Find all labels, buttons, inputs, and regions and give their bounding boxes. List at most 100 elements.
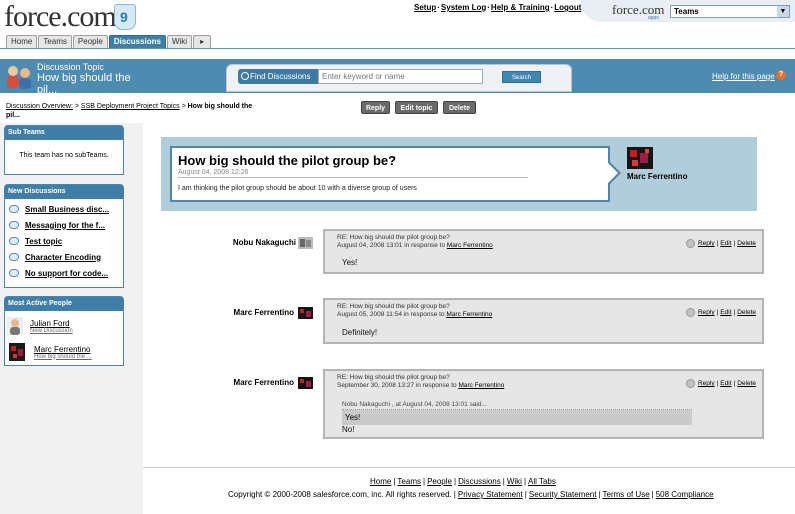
header-stripe (0, 48, 795, 59)
in-response-to-link[interactable]: Marc Ferrentino (446, 311, 492, 318)
privacy-link[interactable]: Privacy Statement (458, 490, 523, 499)
reply-date: August 05, 2008 11:54 in response to (337, 311, 445, 318)
list-item: Julian Ford New Discussion (7, 314, 121, 338)
link-sep: | (716, 240, 719, 247)
reply-link[interactable]: Reply (698, 380, 715, 387)
avatar[interactable] (7, 343, 27, 361)
chevron-down-icon[interactable]: ▼ (777, 6, 789, 17)
discussion-icon (9, 269, 19, 277)
subteams-title: Sub Teams (5, 126, 123, 140)
footer-all-tabs-link[interactable]: All Tabs (528, 477, 556, 486)
system-log-link[interactable]: System Log (441, 3, 486, 12)
reply-author[interactable]: Marc Ferrentino (184, 308, 294, 317)
breadcrumb: Discussion Overview: > SSB Deployment Pr… (6, 102, 266, 120)
reply-subject: RE: How big should the pilot group be? (337, 303, 450, 310)
list-item[interactable]: Messaging for the f... (9, 217, 119, 233)
copyright: Copyright © 2000-2008 salesforce.com, in… (228, 490, 714, 499)
reply-card: RE: How big should the pilot group be? A… (323, 229, 764, 274)
delete-link[interactable]: Delete (737, 309, 756, 316)
person-name-link[interactable]: Marc Ferrentino (34, 345, 92, 354)
find-label: Find Discussions (250, 72, 311, 81)
active-people-box: Most Active People Julian Ford New Discus… (4, 296, 124, 366)
reply-link[interactable]: Reply (698, 309, 715, 316)
avatar[interactable] (298, 377, 313, 389)
breadcrumb-overview[interactable]: Discussion Overview: (6, 103, 73, 110)
tab-more[interactable]: ▸ (193, 35, 212, 48)
delete-link[interactable]: Delete (737, 240, 756, 247)
reply-actions: Reply | Edit | Delete (685, 239, 756, 248)
subteams-text: This team has no subTeams. (19, 152, 109, 159)
compliance-link[interactable]: 508 Compliance (656, 490, 714, 499)
help-icon[interactable]: ? (776, 70, 786, 80)
avatar[interactable] (627, 147, 653, 169)
tab-people[interactable]: People (72, 35, 108, 48)
tab-home[interactable]: Home (6, 35, 38, 48)
reply-author[interactable]: Marc Ferrentino (184, 378, 294, 387)
reply-body: No! (342, 425, 355, 434)
in-response-to-link[interactable]: Marc Ferrentino (458, 382, 504, 389)
breadcrumb-topics[interactable]: SSB Deployment Project Topics (81, 103, 180, 110)
avatar[interactable] (298, 307, 313, 319)
reply-body: Yes! (342, 258, 358, 267)
reply-button[interactable]: Reply (361, 101, 390, 114)
tab-teams[interactable]: Teams (38, 35, 72, 48)
list-item[interactable]: Small Business disc... (9, 201, 119, 217)
tab-wiki[interactable]: Wiki (166, 35, 193, 48)
tab-discussions[interactable]: Discussions (108, 35, 166, 48)
app-select[interactable]: Teams ▼ (670, 5, 790, 18)
search-button[interactable]: Search (502, 71, 541, 83)
discussion-link[interactable]: Messaging for the f... (25, 221, 105, 230)
footer-home-link[interactable]: Home (370, 477, 391, 486)
discussion-icon (9, 237, 19, 245)
footer-people-link[interactable]: People (427, 477, 452, 486)
list-item[interactable]: Test topic (9, 233, 119, 249)
reply-icon (685, 239, 695, 248)
topic-body: I am thinking the pilot group should be … (178, 185, 417, 192)
discussion-link[interactable]: Small Business disc... (25, 205, 109, 214)
avatar[interactable] (298, 237, 313, 249)
edit-link[interactable]: Edit (720, 309, 731, 316)
terms-link[interactable]: Terms of Use (603, 490, 650, 499)
reply-author[interactable]: Nobu Nakaguchi (186, 238, 296, 247)
app-logo-sub: apps (648, 15, 659, 21)
link-sep: | (716, 309, 719, 316)
discussion-link[interactable]: Test topic (25, 237, 62, 246)
link-sep: | (716, 380, 719, 387)
force-logo[interactable]: force.com (4, 0, 117, 34)
help-training-link[interactable]: Help & Training (491, 3, 550, 12)
in-response-to-link[interactable]: Marc Ferrentino (447, 242, 493, 249)
footer-teams-link[interactable]: Teams (397, 477, 421, 486)
reply-date: September 30, 2008 13:27 in response to (337, 382, 457, 389)
edit-link[interactable]: Edit (720, 240, 731, 247)
list-item: Marc Ferrentino How big should the ... (7, 340, 121, 364)
footer-wiki-link[interactable]: Wiki (507, 477, 522, 486)
find-discussions-button[interactable]: Find Discussions (238, 69, 318, 84)
delete-link[interactable]: Delete (737, 380, 756, 387)
edit-link[interactable]: Edit (720, 380, 731, 387)
avatar[interactable] (7, 317, 23, 335)
reply-link[interactable]: Reply (698, 240, 715, 247)
topic-author[interactable]: Marc Ferrentino (627, 172, 687, 181)
logout-link[interactable]: Logout (554, 3, 581, 12)
person-name-link[interactable]: Julian Ford (30, 319, 73, 328)
security-link[interactable]: Security Statement (529, 490, 597, 499)
tab-bar: Home Teams People Discussions Wiki ▸ (6, 35, 212, 48)
setup-link[interactable]: Setup (414, 3, 436, 12)
help-link[interactable]: Help for this page (712, 72, 775, 81)
search-input[interactable] (318, 69, 483, 84)
reply-subject: RE: How big should the pilot group be? (337, 374, 450, 381)
discussion-link[interactable]: No support for code... (25, 269, 108, 278)
link-sep: | (733, 309, 736, 316)
discussion-link[interactable]: Character Encoding (25, 253, 101, 262)
delete-button[interactable]: Delete (443, 101, 476, 114)
footer-discussions-link[interactable]: Discussions (458, 477, 501, 486)
person-activity-link[interactable]: How big should the ... (34, 354, 92, 360)
list-item[interactable]: Character Encoding (9, 249, 119, 265)
reply-meta: September 30, 2008 13:27 in response to … (337, 382, 504, 389)
page-type: Discussion Topic (37, 62, 104, 72)
page-title: How big should the pil... (37, 72, 131, 94)
person-activity-link[interactable]: New Discussion (30, 328, 73, 334)
edit-topic-button[interactable]: Edit topic (395, 101, 438, 114)
logo-cup-icon: 9 (114, 4, 136, 30)
list-item[interactable]: No support for code... (9, 265, 119, 281)
